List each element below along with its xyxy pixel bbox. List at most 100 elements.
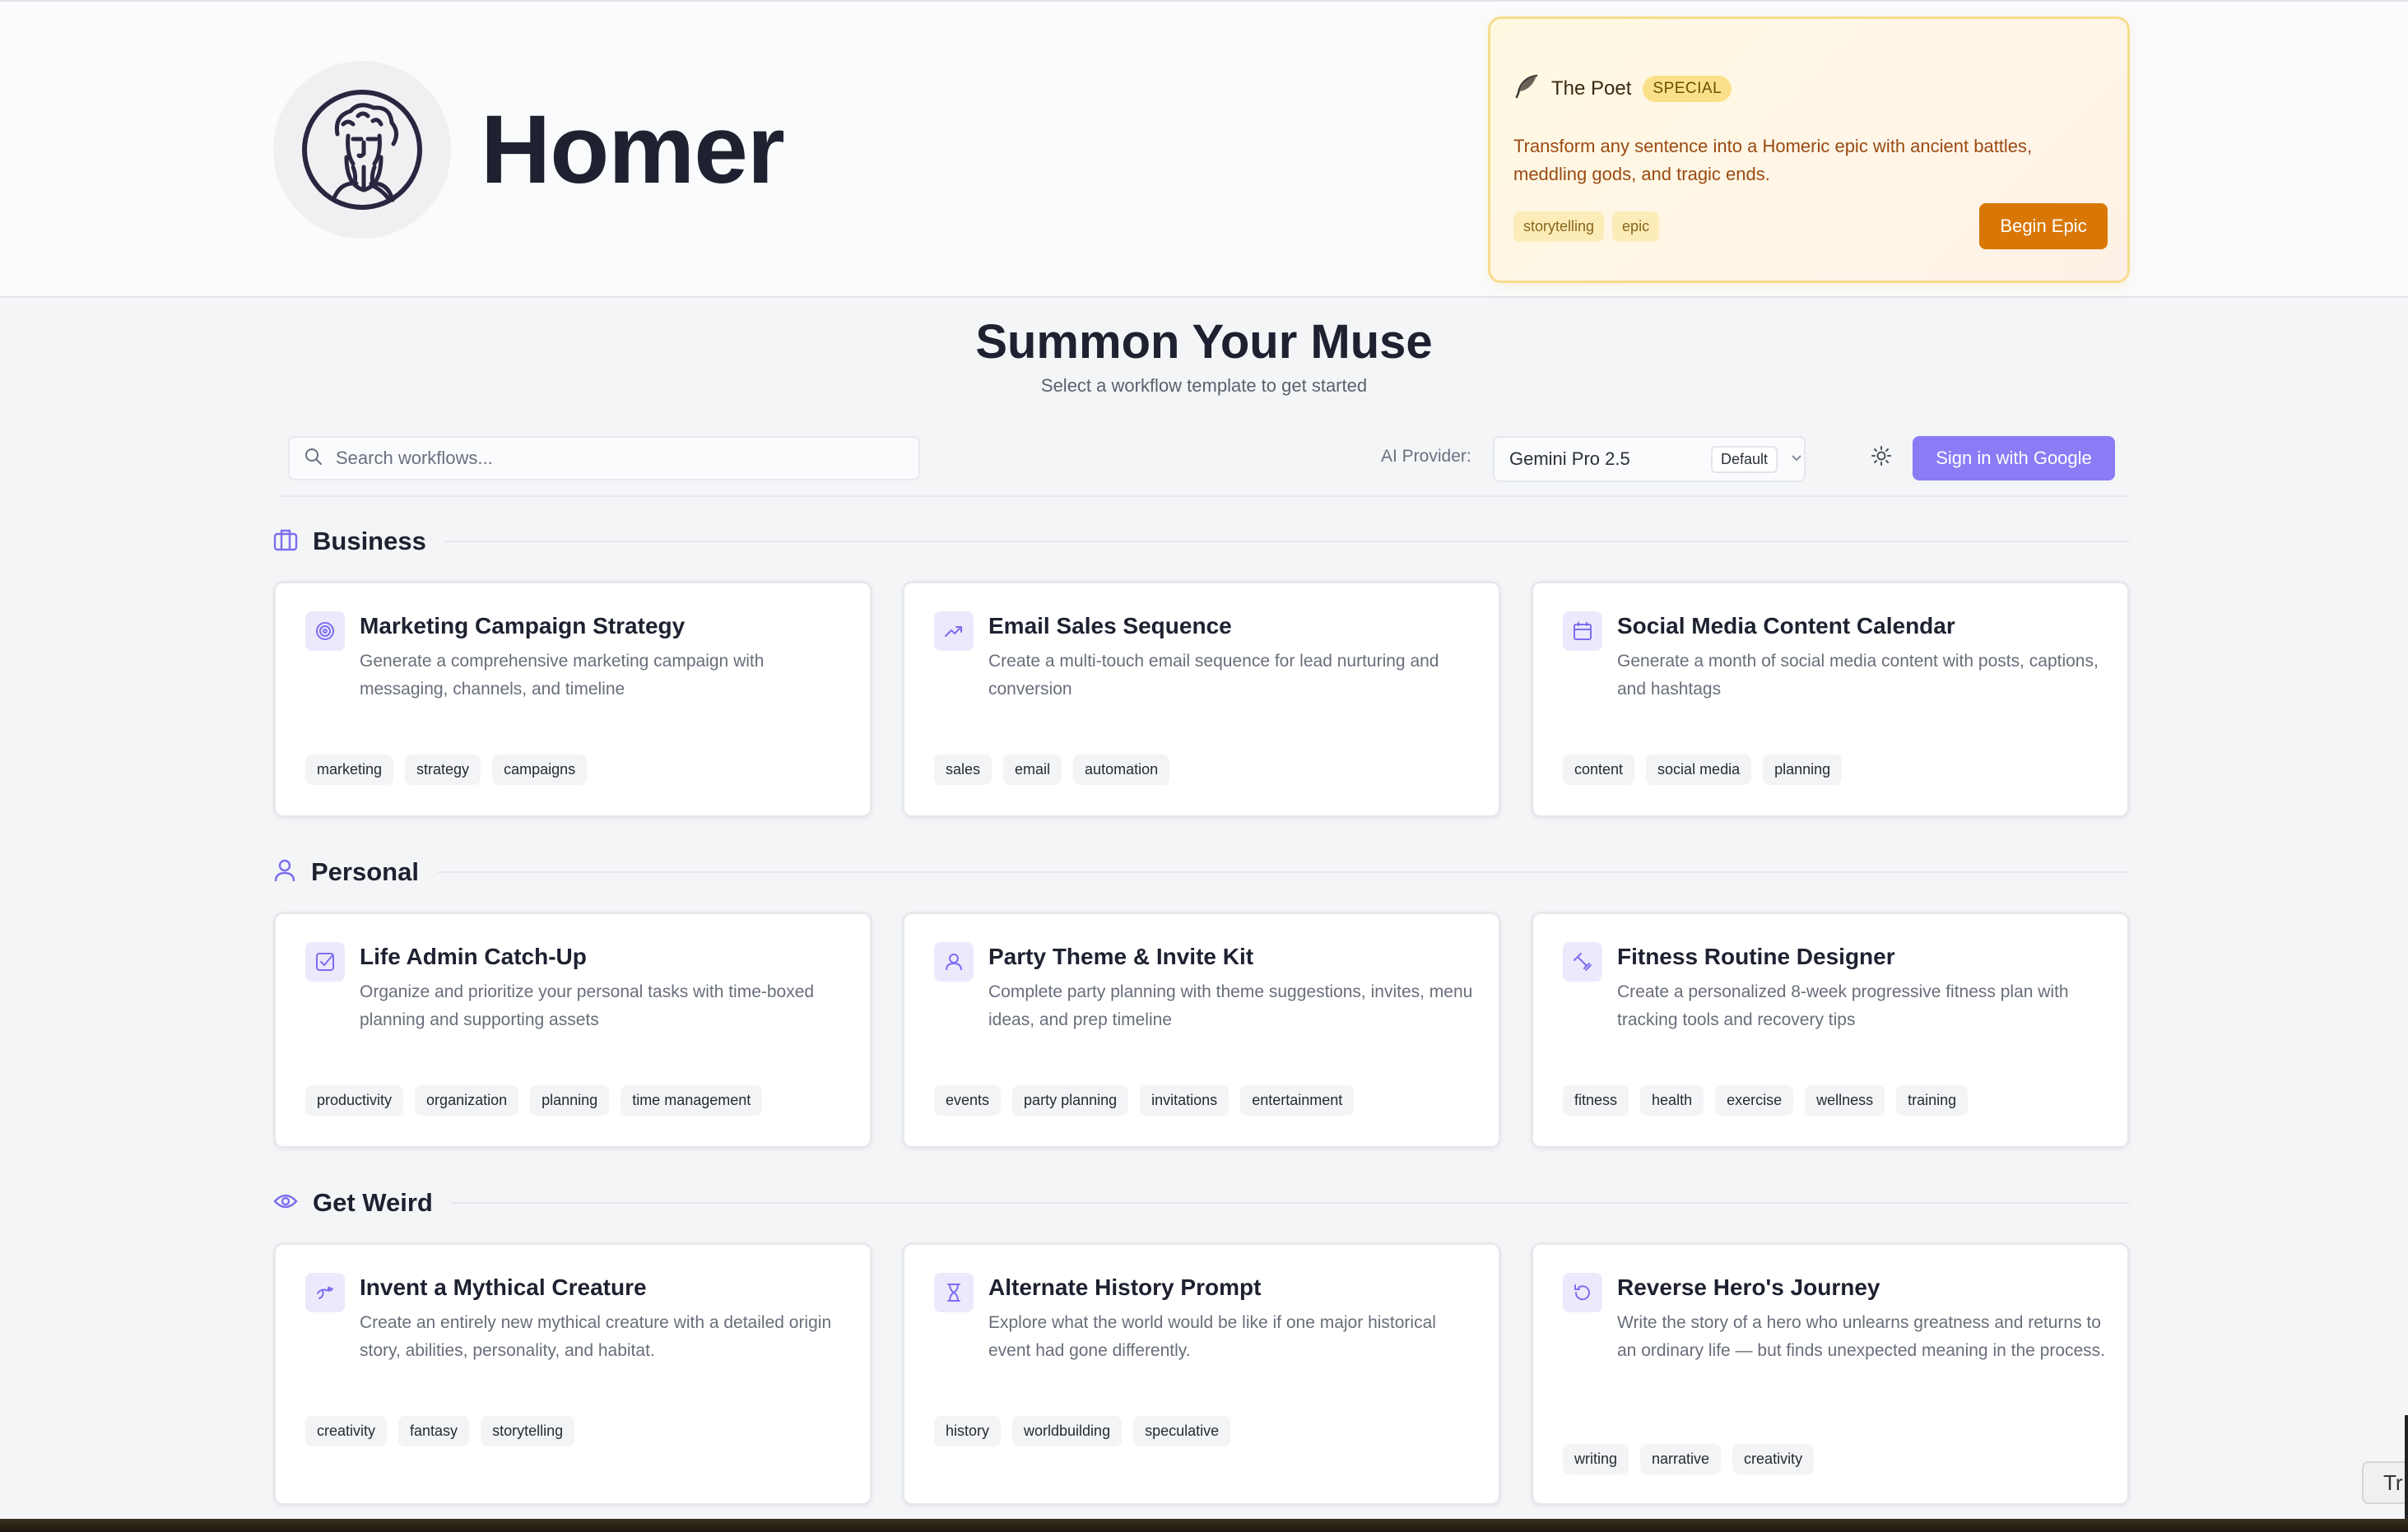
workflow-card[interactable]: Alternate History Prompt Explore what th… [902, 1242, 1501, 1506]
briefcase-icon [273, 528, 298, 555]
card-title: Fitness Routine Designer [1617, 944, 1895, 969]
promo-tag: epic [1612, 211, 1660, 242]
workflow-card[interactable]: Life Admin Catch-Up Organize and priorit… [273, 912, 872, 1149]
workflow-card[interactable]: Email Sales Sequence Create a multi-touc… [902, 581, 1501, 818]
workflow-card[interactable]: Invent a Mythical Creature Create an ent… [273, 1242, 872, 1506]
tag: health [1640, 1085, 1704, 1116]
workflow-card[interactable]: Fitness Routine Designer Create a person… [1531, 912, 2130, 1149]
card-title: Invent a Mythical Creature [360, 1274, 647, 1300]
tag: storytelling [481, 1416, 575, 1446]
tag: invitations [1140, 1085, 1230, 1116]
tag: time management [621, 1085, 763, 1116]
tag: history [934, 1416, 1002, 1446]
tag: fitness [1563, 1085, 1629, 1116]
theme-toggle-button[interactable] [1866, 443, 1896, 472]
tag: worldbuilding [1012, 1416, 1123, 1446]
hourglass-icon [934, 1273, 974, 1312]
tag: productivity [305, 1085, 404, 1116]
window-bottom-edge [0, 1519, 2408, 1532]
tag: marketing [305, 754, 394, 785]
homer-bust-icon [302, 90, 422, 210]
ai-provider-select[interactable]: Gemini Pro 2.5 Default [1493, 436, 1806, 482]
promo-title: The Poet [1551, 77, 1632, 100]
promo-description: Transform any sentence into a Homeric ep… [1513, 136, 2033, 184]
promo-card-the-poet[interactable]: The Poet SPECIAL Transform any sentence … [1488, 16, 2130, 283]
tag: entertainment [1240, 1085, 1355, 1116]
ai-provider-value: Gemini Pro 2.5 [1509, 448, 1630, 469]
tag: party planning [1012, 1085, 1129, 1116]
card-description: Create a personalized 8-week progressive… [1617, 982, 2069, 1029]
tag: fantasy [398, 1416, 470, 1446]
card-title: Alternate History Prompt [988, 1274, 1262, 1300]
card-tags: fitness health exercise wellness trainin… [1563, 1085, 1969, 1116]
card-title: Social Media Content Calendar [1617, 613, 1955, 638]
card-tags: content social media planning [1563, 754, 1843, 785]
search-box[interactable] [288, 436, 920, 480]
card-title: Party Theme & Invite Kit [988, 944, 1254, 969]
tag: campaigns [492, 754, 588, 785]
workflow-card[interactable]: Marketing Campaign Strategy Generate a c… [273, 581, 872, 818]
begin-epic-button[interactable]: Begin Epic [1979, 203, 2108, 249]
tag: email [1003, 754, 1062, 785]
promo-tags: storytelling epic [1513, 211, 1660, 242]
card-tags: marketing strategy campaigns [305, 754, 588, 785]
workflow-card[interactable]: Social Media Content Calendar Generate a… [1531, 581, 2130, 818]
checkbox-icon [305, 942, 345, 982]
card-tags: sales email automation [934, 754, 1170, 785]
tag: speculative [1133, 1416, 1231, 1446]
promo-header: The Poet SPECIAL [1513, 73, 1732, 104]
tag: organization [415, 1085, 519, 1116]
card-title: Life Admin Catch-Up [360, 944, 587, 969]
card-description: Create an entirely new mythical creature… [360, 1313, 832, 1360]
search-icon [304, 448, 323, 470]
rotate-ccw-icon [1563, 1273, 1602, 1312]
card-description: Explore what the world would be like if … [988, 1313, 1436, 1360]
section-title: Get Weird [313, 1188, 433, 1217]
page-subtitle: Select a workflow template to get starte… [1040, 375, 1368, 396]
sun-icon [1871, 445, 1892, 471]
trending-up-icon [934, 611, 974, 651]
tag: planning [1763, 754, 1843, 785]
section-get-weird: Get Weird [273, 1188, 2130, 1218]
homer-logo [273, 61, 451, 239]
app-header: Homer The Poet SPECIAL Transform any sen… [0, 0, 2408, 298]
search-input[interactable] [336, 448, 895, 469]
dumbbell-icon [1563, 942, 1602, 982]
scrollbar[interactable] [2405, 1415, 2408, 1522]
card-title: Reverse Hero's Journey [1617, 1274, 1880, 1300]
workflow-card[interactable]: Party Theme & Invite Kit Complete party … [902, 912, 1501, 1149]
floating-chip[interactable]: Tr [2362, 1461, 2408, 1504]
card-tags: creativity fantasy storytelling [305, 1416, 575, 1446]
user-icon [273, 858, 296, 887]
tag: events [934, 1085, 1002, 1116]
card-tags: events party planning invitations entert… [934, 1085, 1355, 1116]
tag: sales [934, 754, 992, 785]
tag: exercise [1715, 1085, 1794, 1116]
tag: training [1896, 1085, 1969, 1116]
default-badge: Default [1710, 445, 1778, 473]
card-description: Complete party planning with theme sugge… [988, 982, 1473, 1029]
section-business: Business [273, 527, 2130, 556]
section-personal: Personal [273, 857, 2130, 887]
tag: planning [530, 1085, 610, 1116]
divider [450, 1202, 2130, 1204]
app-title: Homer [481, 95, 785, 204]
tag: wellness [1805, 1085, 1885, 1116]
card-description: Generate a month of social media content… [1617, 652, 2099, 699]
card-tags: productivity organization planning time … [305, 1085, 763, 1116]
user-icon [934, 942, 974, 982]
ai-provider-label: AI Provider: [1381, 447, 1471, 466]
section-title: Business [313, 527, 426, 555]
tag: creativity [1732, 1444, 1815, 1474]
card-tags: history worldbuilding speculative [934, 1416, 1231, 1446]
tag: writing [1563, 1444, 1629, 1474]
card-description: Create a multi-touch email sequence for … [988, 652, 1439, 699]
divider [444, 541, 2130, 542]
divider [280, 495, 2128, 497]
tag: automation [1073, 754, 1170, 785]
section-title: Personal [311, 857, 419, 886]
workflow-card[interactable]: Reverse Hero's Journey Write the story o… [1531, 1242, 2130, 1506]
sign-in-google-button[interactable]: Sign in with Google [1913, 436, 2115, 480]
eye-icon [273, 1191, 298, 1216]
tag: strategy [405, 754, 481, 785]
